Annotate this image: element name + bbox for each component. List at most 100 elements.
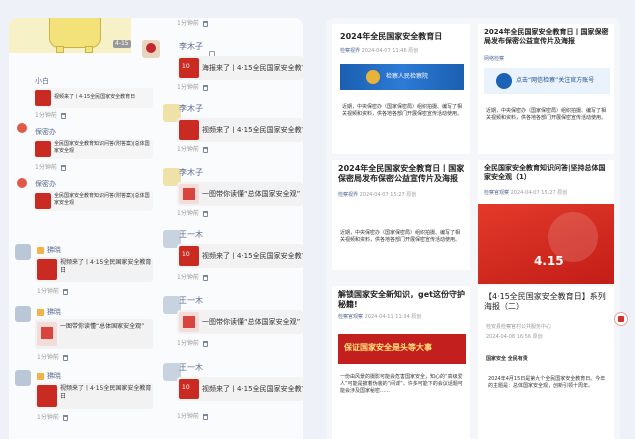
link-title: 视频来了丨4·15全民国家安全教育日 bbox=[60, 385, 152, 400]
moment-author[interactable]: 狒晓 bbox=[37, 246, 61, 255]
float-badge[interactable] bbox=[614, 312, 628, 326]
shared-link[interactable]: 视频来了丨4·15全民国家安全教育日 bbox=[35, 383, 153, 409]
article-body: 一份由风景的摄影可能会危害国家安全，知心的“高级爱人”可能是披着伪装的“间谍”，… bbox=[340, 374, 463, 394]
moment-time: 1分钟前 bbox=[37, 288, 68, 296]
link-title: 一图带你读懂“总体国家安全观” bbox=[60, 323, 145, 330]
comment-avatar[interactable] bbox=[17, 123, 27, 133]
shared-link[interactable]: 一图带你读懂“总体国家安全观” bbox=[177, 182, 303, 206]
article-card[interactable]: 2024年全民国家安全教育日丨国家保密局发布保密公益宣传片及海报 检察视界 20… bbox=[332, 160, 470, 270]
link-thumbnail: 10 bbox=[179, 246, 199, 266]
article-org: 检安县检察官村公共服务中心 bbox=[486, 324, 552, 330]
shared-link[interactable]: 一图带你读懂“总体国家安全观” bbox=[177, 310, 303, 334]
link-thumbnail bbox=[179, 312, 199, 332]
post-list: 1分钟前 李木子 10 海报来了丨4·15全民国家安全教育日 1分钟前 李木子 … bbox=[139, 18, 303, 439]
article-meta: 2024-04-08 16:56 原创 bbox=[486, 334, 543, 340]
article-card[interactable]: 全民国家安全教育知识问答|坚持总体国家安全观（1） 检察官观察 2024-04-… bbox=[478, 160, 614, 284]
article-poster: 4.15 bbox=[478, 204, 614, 284]
comment-avatar[interactable] bbox=[17, 178, 27, 188]
link-title: 视频来了丨4·15全民国家安全教育日 bbox=[202, 385, 303, 393]
comment-author[interactable]: 小白 bbox=[35, 77, 49, 86]
comment-time: 1分钟前 bbox=[35, 164, 66, 172]
moment-list: 狒晓 视频来了丨4·15全民国家安全教育日 1分钟前 狒晓 一图带你读懂“总体国… bbox=[9, 242, 155, 439]
article-body: 近期，中央保密办（国家保密局）组织拍摄、编写了相关视频和资料，供各地各部门开展保… bbox=[340, 230, 461, 243]
comment-author[interactable]: 保密办 bbox=[35, 180, 56, 189]
link-thumbnail bbox=[35, 193, 51, 209]
avatar[interactable] bbox=[15, 244, 31, 260]
post-time: 1分钟前 bbox=[177, 20, 208, 28]
shared-link[interactable]: 10 海报来了丨4·15全民国家安全教育日 bbox=[177, 56, 303, 80]
shared-link[interactable]: 视频来了丨4·15全民国家安全教育日 bbox=[33, 88, 153, 108]
trash-icon[interactable] bbox=[60, 112, 66, 119]
trash-icon[interactable] bbox=[60, 164, 66, 171]
comment-author[interactable]: 保密办 bbox=[35, 128, 56, 137]
trash-icon[interactable] bbox=[62, 414, 68, 421]
post-author[interactable]: 李木子 bbox=[179, 42, 203, 52]
link-title: 视频来了丨4·15全民国家安全教育日 bbox=[54, 94, 136, 100]
moment-time: 1分钟前 bbox=[37, 354, 68, 362]
article-card[interactable]: 【4·15全民国家安全教育日】系列海报（二） 检安县检察官村公共服务中心 202… bbox=[478, 286, 614, 439]
article-title[interactable]: 解锁国家安全新知识，get这份守护秘籍! bbox=[338, 290, 466, 310]
link-thumbnail: 10 bbox=[179, 379, 199, 399]
post-time: 1分钟前 bbox=[177, 146, 208, 154]
trash-icon[interactable] bbox=[62, 354, 68, 361]
article-card[interactable]: 解锁国家安全新知识，get这份守护秘籍! 检察官观察 2024-04-11 11… bbox=[332, 286, 470, 439]
link-title: 一图带你读懂“总体国家安全观” bbox=[202, 190, 301, 198]
post-author[interactable]: 王一木 bbox=[179, 363, 203, 373]
link-title: 视频来了丨4·15全民国家安全教育日 bbox=[202, 126, 303, 134]
article-source: 网络检察 bbox=[484, 56, 505, 62]
avatar[interactable] bbox=[15, 370, 31, 386]
comment-time: 1分钟前 bbox=[35, 112, 66, 120]
post-time: 1分钟前 bbox=[177, 274, 208, 282]
link-title: 全民国家安全教育知识问答(附答案)|总体国家安全观 bbox=[54, 141, 150, 154]
article-card[interactable]: 2024年全民国家安全教育日丨国家保密局发布保密公益宣传片及海报 网络检察 点击… bbox=[478, 24, 614, 154]
moment-author[interactable]: 狒晓 bbox=[37, 308, 61, 317]
link-thumbnail bbox=[179, 184, 199, 204]
avatar[interactable] bbox=[15, 306, 31, 322]
avatar[interactable] bbox=[142, 40, 160, 58]
link-thumbnail bbox=[37, 385, 57, 407]
link-title: 视频来了丨4·15全民国家安全教育日 bbox=[60, 259, 152, 274]
shared-link[interactable]: 一图带你读懂“总体国家安全观” bbox=[35, 319, 153, 349]
left-panel: 4-15 1分钟前 李木子 10 海报来了丨4·15全民国家安全教育日 1分钟前… bbox=[9, 18, 303, 439]
article-title[interactable]: 全民国家安全教育知识问答|坚持总体国家安全观（1） bbox=[484, 164, 610, 182]
article-title[interactable]: 2024年全民国家安全教育日丨国家保密局发布保密公益宣传片及海报 bbox=[338, 164, 466, 184]
trash-icon[interactable] bbox=[202, 146, 208, 153]
link-title: 全民国家安全教育知识问答(附答案)|总体国家安全观 bbox=[54, 193, 150, 206]
article-title[interactable]: 2024年全民国家安全教育日丨国家保密局发布保密公益宣传片及海报 bbox=[484, 28, 610, 46]
trash-icon[interactable] bbox=[202, 20, 208, 27]
link-thumbnail bbox=[179, 120, 199, 140]
article-card[interactable]: 2024年全民国家安全教育日 检察视界 2024-04-07 11:46 原创 … bbox=[332, 24, 470, 154]
shared-link[interactable]: 视频来了丨4·15全民国家安全教育日 bbox=[177, 118, 303, 142]
post-author[interactable]: 李木子 bbox=[179, 104, 203, 114]
link-thumbnail bbox=[37, 259, 57, 280]
trash-icon[interactable] bbox=[202, 340, 208, 347]
trash-icon[interactable] bbox=[202, 274, 208, 281]
link-title: 一图带你读懂“总体国家安全观” bbox=[202, 318, 301, 326]
shared-link[interactable]: 10 视频来了丨4·15全民国家安全教育日 bbox=[177, 244, 303, 268]
trash-icon[interactable] bbox=[202, 84, 208, 91]
article-meta: 检察官观察 2024-04-11 11:34 原创 bbox=[338, 314, 422, 320]
article-grid: 2024年全民国家安全教育日 检察视界 2024-04-07 11:46 原创 … bbox=[326, 18, 620, 439]
article-title[interactable]: 【4·15全民国家安全教育日】系列海报（二） bbox=[484, 292, 610, 312]
cartoon-image: 4-15 bbox=[9, 18, 131, 53]
post-time: 1分钟前 bbox=[177, 340, 208, 348]
link-thumbnail bbox=[35, 141, 51, 157]
trash-icon[interactable] bbox=[202, 210, 208, 217]
article-body: 近期，中央保密办（国家保密局）组织拍摄、编写了相关视频和资料，供各地各部门开展保… bbox=[342, 104, 463, 117]
shared-link[interactable]: 全民国家安全教育知识问答(附答案)|总体国家安全观 bbox=[33, 139, 153, 159]
moment-author[interactable]: 狒晓 bbox=[37, 372, 61, 381]
follow-hint: 点击“网信检察”关注官方账号 bbox=[516, 77, 595, 84]
article-banner: 点击“网信检察”关注官方账号 bbox=[484, 68, 610, 94]
article-title[interactable]: 2024年全民国家安全教育日 bbox=[340, 32, 464, 42]
trash-icon[interactable] bbox=[202, 413, 208, 420]
shared-link[interactable]: 视频来了丨4·15全民国家安全教育日 bbox=[35, 257, 153, 282]
post-author[interactable]: 王一木 bbox=[179, 230, 203, 240]
post-time: 1分钟前 bbox=[177, 84, 208, 92]
shared-link[interactable]: 10 视频来了丨4·15全民国家安全教育日 bbox=[177, 377, 303, 401]
post-author[interactable]: 王一木 bbox=[179, 296, 203, 306]
article-body: 2024年4月15日是第九个全民国家安全教育日。今年的主题是：总体国家安全观，创… bbox=[488, 376, 606, 389]
post-author[interactable]: 李木子 bbox=[179, 168, 203, 178]
article-body: 近期，中央保密办（国家保密局）组织拍摄、编写了相关视频和资料，供各地各部门开展保… bbox=[486, 108, 607, 121]
trash-icon[interactable] bbox=[62, 288, 68, 295]
shared-link[interactable]: 全民国家安全教育知识问答(附答案)|总体国家安全观 bbox=[33, 191, 153, 211]
